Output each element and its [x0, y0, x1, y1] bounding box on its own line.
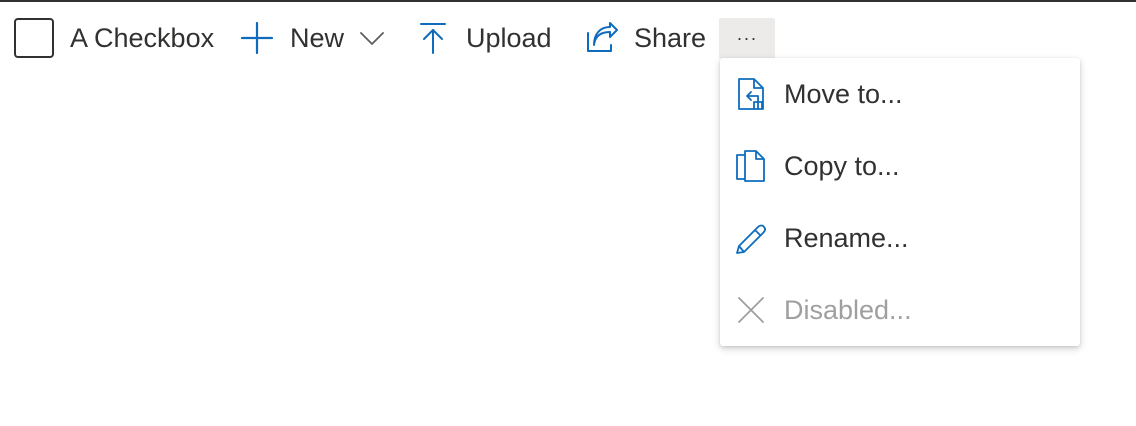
menu-item-label: Rename...	[784, 222, 909, 253]
share-icon	[584, 21, 618, 55]
more-options-button[interactable]: ···	[719, 18, 775, 59]
new-button-label: New	[290, 22, 345, 53]
menu-item-label: Copy to...	[784, 150, 900, 181]
move-icon	[734, 77, 768, 111]
menu-item-copy[interactable]: Copy to...	[720, 130, 1080, 202]
plus-icon	[240, 21, 274, 55]
share-button-label: Share	[634, 22, 707, 53]
more-icon: ···	[736, 28, 758, 48]
new-button[interactable]: New	[240, 2, 386, 74]
close-icon	[734, 293, 768, 327]
context-menu: Move to... Copy to... Rename... Disabled…	[720, 58, 1080, 346]
menu-item-disabled: Disabled...	[720, 274, 1080, 346]
menu-item-label: Move to...	[784, 78, 903, 109]
upload-icon	[418, 21, 448, 55]
checkbox[interactable]: A Checkbox	[14, 2, 214, 74]
upload-button-label: Upload	[466, 22, 552, 53]
menu-item-rename[interactable]: Rename...	[720, 202, 1080, 274]
pencil-icon	[734, 221, 768, 255]
menu-item-label: Disabled...	[784, 294, 912, 325]
menu-item-move[interactable]: Move to...	[720, 58, 1080, 130]
chevron-down-icon[interactable]	[358, 24, 386, 52]
copy-icon	[734, 149, 768, 183]
checkbox-label: A Checkbox	[70, 22, 215, 53]
checkbox-box[interactable]	[14, 18, 54, 58]
share-button[interactable]: Share	[584, 2, 706, 74]
upload-button[interactable]: Upload	[418, 2, 552, 74]
